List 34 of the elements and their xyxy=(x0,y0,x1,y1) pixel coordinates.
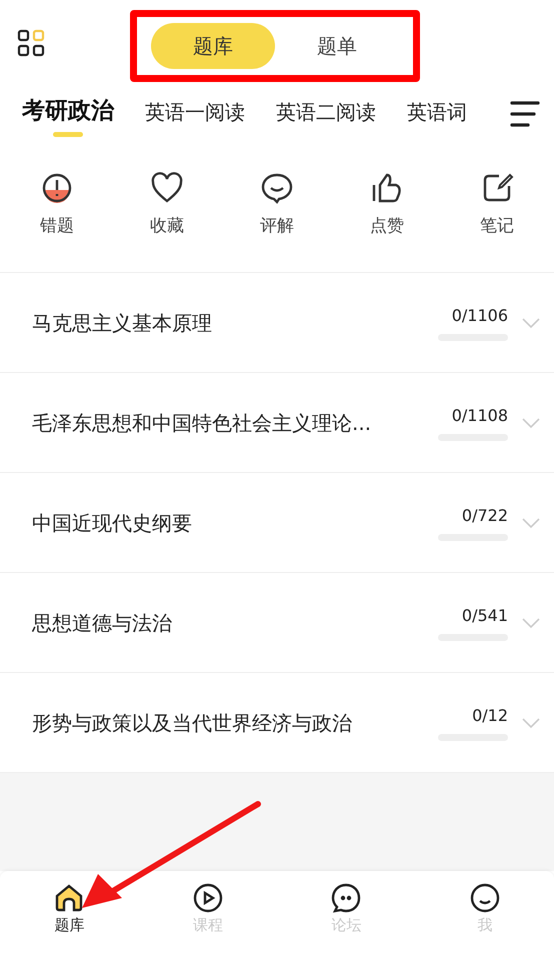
subject-tab[interactable]: 英语一阅读 xyxy=(145,86,245,137)
chapter-row[interactable]: 马克思主义基本原理 0/1106 xyxy=(0,273,554,373)
question-count: 0/541 xyxy=(462,605,508,627)
subject-tab[interactable]: 考研政治 xyxy=(22,86,114,137)
chevron-down-icon xyxy=(522,316,540,328)
chapter-title: 思想道德与法治 xyxy=(32,610,173,636)
shortcut-button[interactable]: 收藏 xyxy=(142,170,192,272)
chapter-row[interactable]: 中国近现代史纲要 0/722 xyxy=(0,473,554,573)
chapter-row[interactable]: 毛泽东思想和中国特色社会主义理论... 0/1108 xyxy=(0,373,554,473)
mode-tab[interactable]: 题库 xyxy=(151,23,275,69)
chapter-title: 毛泽东思想和中国特色社会主义理论... xyxy=(32,410,372,436)
chevron-down-icon xyxy=(522,516,540,528)
chevron-down-icon xyxy=(522,416,540,428)
subject-tab[interactable]: 英语二阅读 xyxy=(276,86,376,137)
question-count: 0/1108 xyxy=(452,405,508,427)
subject-tab[interactable]: 英语词 xyxy=(407,86,467,137)
shortcut-button[interactable]: 点赞 xyxy=(362,170,412,272)
chevron-down-icon xyxy=(522,616,540,628)
chapter-title: 形势与政策以及当代世界经济与政治 xyxy=(32,710,353,736)
chat-bubble-icon xyxy=(330,882,362,914)
menu-icon[interactable] xyxy=(510,100,540,128)
play-icon xyxy=(192,882,224,914)
question-count: 0/1106 xyxy=(452,305,508,327)
chevron-down-icon xyxy=(522,716,540,728)
shortcut-button[interactable]: 笔记 xyxy=(472,170,522,272)
question-count: 0/722 xyxy=(462,505,508,527)
smiley-icon xyxy=(468,882,501,914)
question-count: 0/12 xyxy=(472,705,508,727)
chapter-title: 中国近现代史纲要 xyxy=(32,510,193,536)
shortcut-button[interactable]: 评解 xyxy=(252,170,302,272)
chapter-row[interactable]: 思想道德与法治 0/541 xyxy=(0,573,554,673)
chapter-title: 马克思主义基本原理 xyxy=(32,310,213,336)
grid-icon[interactable] xyxy=(17,29,45,57)
shortcut-button[interactable]: 错题 xyxy=(32,170,82,272)
